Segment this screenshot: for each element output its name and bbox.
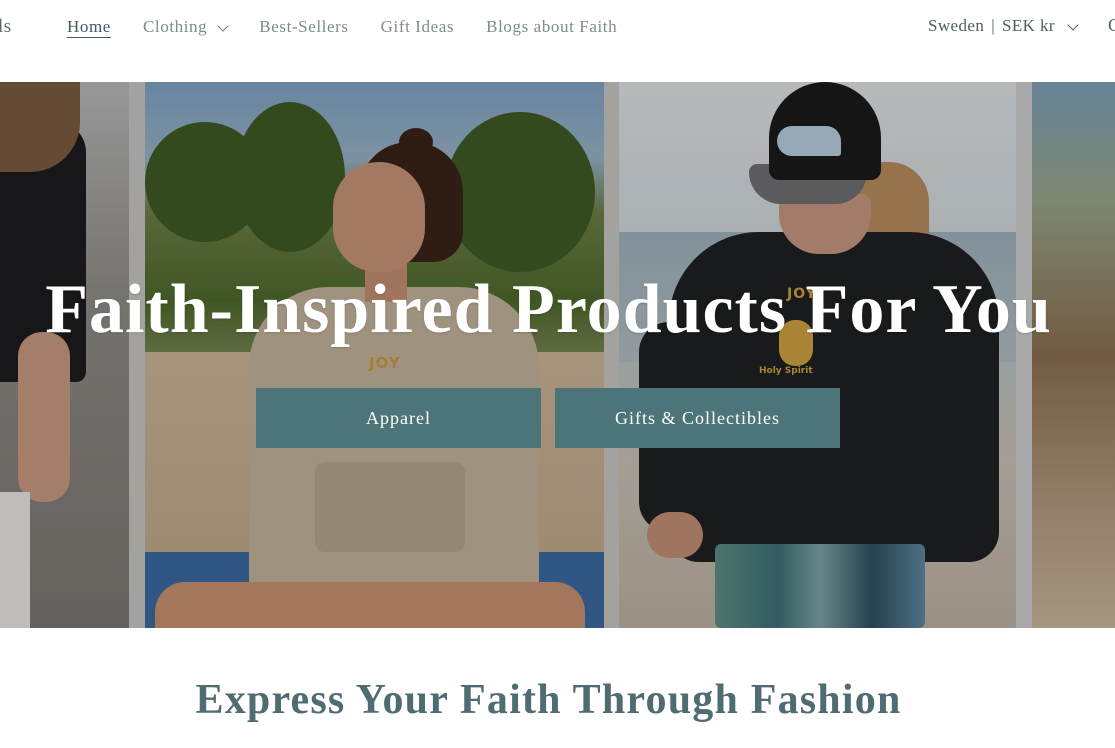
nav-item-clothing-label: Clothing	[142, 17, 208, 36]
gifts-collectibles-button[interactable]: Gifts & Collectibles	[555, 388, 840, 448]
gifts-collectibles-button-label: Gifts & Collectibles	[615, 407, 780, 428]
hero-banner: JOY JOY Holy Spirit Faith-Inspired Produ…	[0, 82, 1115, 628]
site-header: ls Home Clothing Best-Sellers Gift Ideas…	[0, 0, 1115, 82]
nav-item-best-sellers-label: Best-Sellers	[259, 17, 349, 36]
nav-item-best-sellers[interactable]: Best-Sellers	[259, 17, 348, 37]
chevron-down-icon	[217, 19, 229, 32]
nav-item-home[interactable]: Home	[67, 17, 111, 37]
hero-title: Faith-Inspired Products For You	[45, 271, 1052, 348]
nav-item-blogs-label: Blogs about Faith	[486, 17, 618, 36]
hero-overlay	[0, 82, 1115, 628]
nav-item-gift-ideas[interactable]: Gift Ideas	[381, 17, 455, 37]
apparel-button-label: Apparel	[366, 407, 431, 428]
chevron-down-icon	[1067, 18, 1079, 31]
country-currency-selector[interactable]: Sweden | SEK kr	[928, 16, 1079, 36]
apparel-button[interactable]: Apparel	[256, 388, 541, 448]
nav-item-gift-ideas-label: Gift Ideas	[380, 17, 455, 36]
locale-separator: |	[991, 16, 996, 35]
nav-item-blogs-about-faith[interactable]: Blogs about Faith	[486, 17, 617, 37]
header-edge-glyph[interactable]: C	[1108, 15, 1115, 36]
locale-country: Sweden	[928, 16, 985, 35]
nav-item-clothing[interactable]: Clothing	[142, 17, 229, 37]
locale-currency: SEK kr	[1002, 16, 1055, 35]
nav-item-home-label: Home	[67, 17, 111, 36]
section-heading: Express Your Faith Through Fashion	[195, 677, 902, 723]
main-nav: Home Clothing Best-Sellers Gift Ideas Bl…	[67, 17, 649, 37]
logo-fragment[interactable]: ls	[0, 16, 12, 38]
